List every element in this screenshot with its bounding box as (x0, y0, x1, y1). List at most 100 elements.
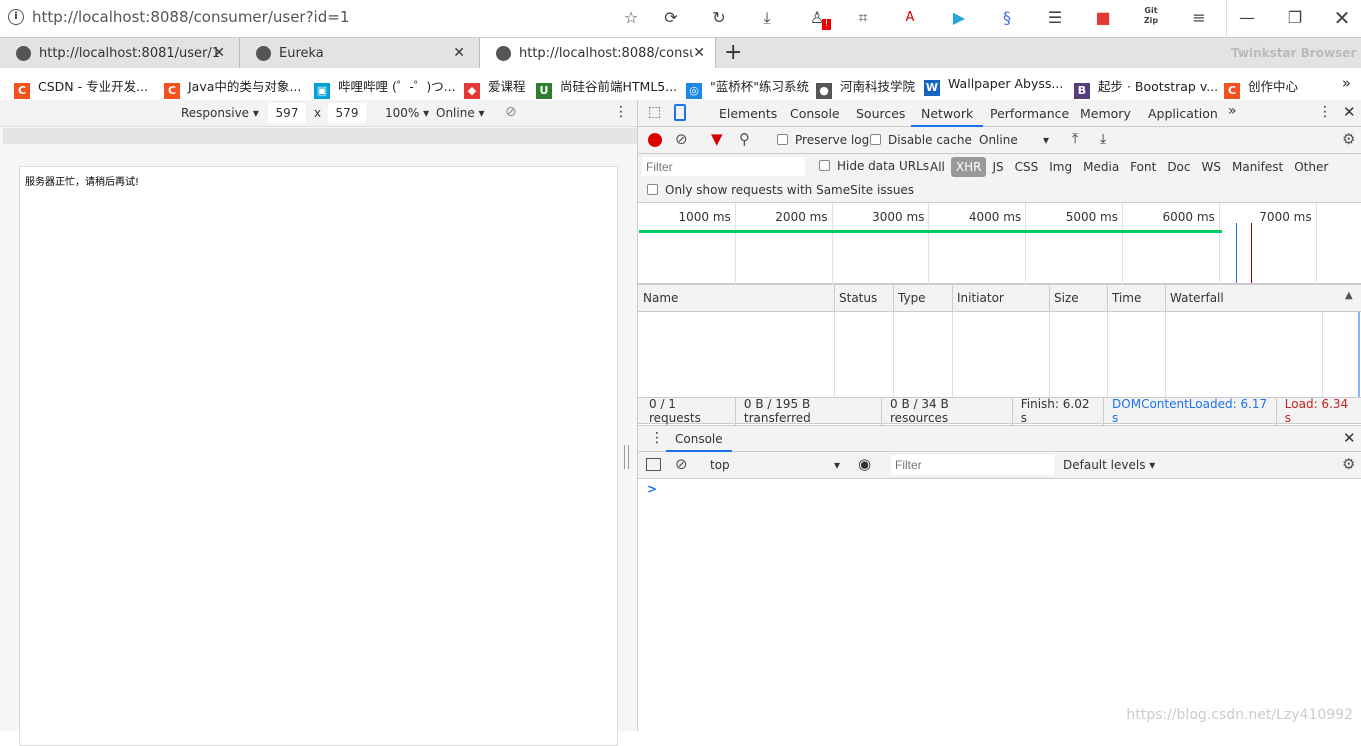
bookmark-item[interactable]: ▣ 哔哩哔哩 (゜-゜)つ... (314, 76, 456, 99)
crop-icon[interactable]: ⌗ (851, 6, 875, 30)
column-header-size[interactable]: Size (1054, 291, 1079, 305)
bookmark-item[interactable]: U 尚硅谷前端HTML5... (536, 76, 677, 99)
bookmark-item[interactable]: C 创作中心 (1224, 76, 1298, 99)
close-window-icon[interactable]: ✕ (1330, 6, 1354, 30)
close-tab-icon[interactable]: ✕ (213, 45, 225, 61)
tab-sources[interactable]: Sources (856, 106, 905, 121)
drawer-menu-icon[interactable]: ⋮ (650, 430, 664, 446)
disable-cache-checkbox[interactable]: Disable cache (870, 133, 972, 147)
filter-type-img[interactable]: Img (1044, 157, 1077, 177)
close-drawer-icon[interactable]: ✕ (1343, 429, 1356, 447)
info-icon[interactable]: i (8, 9, 24, 25)
hide-data-urls-checkbox[interactable]: Hide data URLs (819, 159, 929, 173)
extension-icon[interactable]: § (995, 6, 1019, 30)
filter-type-font[interactable]: Font (1125, 157, 1161, 177)
filter-type-other[interactable]: Other (1289, 157, 1333, 177)
close-tab-icon[interactable]: ✕ (453, 45, 465, 61)
filter-type-xhr[interactable]: XHR (950, 157, 987, 177)
column-header-type[interactable]: Type (898, 291, 926, 305)
notes-icon[interactable]: ☰ (1043, 6, 1067, 30)
preserve-log-checkbox[interactable]: Preserve log (777, 133, 869, 147)
device-toggle-icon[interactable] (674, 104, 686, 121)
samesite-checkbox[interactable]: Only show requests with SameSite issues (647, 183, 914, 197)
restore-icon[interactable]: ❐ (1283, 6, 1307, 30)
bookmark-item[interactable]: W Wallpaper Abyss... (924, 76, 1063, 96)
filter-input[interactable] (642, 157, 805, 176)
refresh-icon[interactable]: ⟳ (659, 6, 683, 30)
minimize-icon[interactable]: — (1235, 6, 1259, 30)
console-settings-icon[interactable]: ⚙ (1342, 455, 1355, 473)
column-header-initiator[interactable]: Initiator (957, 291, 1004, 305)
console-prompt[interactable]: > (647, 482, 657, 496)
video-icon[interactable]: ▶ (947, 6, 971, 30)
undo-icon[interactable]: ↻ (707, 6, 731, 30)
close-devtools-icon[interactable]: ✕ (1343, 103, 1356, 121)
clear-console-icon[interactable]: ⊘ (675, 455, 688, 473)
filter-type-css[interactable]: CSS (1010, 157, 1044, 177)
media-query-bar[interactable] (3, 128, 637, 144)
tab[interactable]: http://localhost:8081/user/1 ✕ (0, 38, 240, 68)
more-tabs-icon[interactable]: » (1228, 103, 1237, 119)
tab-memory[interactable]: Memory (1080, 106, 1131, 121)
sidebar-toggle-icon[interactable] (646, 458, 661, 471)
upload-icon[interactable]: ⤒ (1072, 131, 1078, 147)
tab-performance[interactable]: Performance (990, 106, 1069, 121)
drawer-tab-console[interactable]: Console (666, 426, 732, 452)
zoom-select[interactable]: 100% ▾ (385, 106, 429, 120)
filter-type-doc[interactable]: Doc (1162, 157, 1195, 177)
url-field[interactable]: http://localhost:8088/consumer/user?id=1 (32, 8, 349, 26)
console-filter-input[interactable] (891, 455, 1054, 475)
bookmark-item[interactable]: C Java中的类与对象... (164, 76, 301, 99)
filter-type-all[interactable]: All (925, 157, 950, 177)
tab-console[interactable]: Console (790, 106, 840, 121)
device-mode-select[interactable]: Responsive ▾ (181, 106, 259, 120)
bookmark-item[interactable]: B 起步 · Bootstrap v... (1074, 76, 1218, 99)
new-tab-button[interactable]: + (724, 40, 742, 65)
sort-ascending-icon[interactable]: ▲ (1345, 290, 1353, 301)
bookmark-item[interactable]: ◎ "蓝桥杯"练习系统 (686, 76, 809, 99)
tab-application[interactable]: Application (1148, 106, 1218, 121)
bookmark-item[interactable]: ● 河南科技学院 (816, 76, 915, 99)
context-select[interactable]: top ▾ (710, 458, 840, 472)
tab[interactable]: Eureka ✕ (240, 38, 480, 68)
dice-icon[interactable]: ■ (1091, 6, 1115, 30)
column-header-time[interactable]: Time (1112, 291, 1141, 305)
settings-icon[interactable]: ⚙ (1342, 130, 1355, 148)
tab-elements[interactable]: Elements (719, 106, 777, 121)
tab-network[interactable]: Network (911, 100, 984, 127)
column-header-waterfall[interactable]: Waterfall (1170, 291, 1224, 305)
rotate-icon[interactable]: ⊘ (505, 104, 517, 120)
search-icon[interactable]: ⚲ (739, 130, 750, 148)
height-input[interactable]: 579 (328, 103, 366, 123)
filter-icon[interactable]: ▼ (711, 130, 723, 148)
throttle-select[interactable]: Online ▾ (436, 106, 485, 120)
record-icon[interactable] (648, 133, 662, 147)
more-bookmarks-icon[interactable]: » (1342, 74, 1351, 92)
column-header-name[interactable]: Name (643, 291, 678, 305)
filter-type-js[interactable]: JS (987, 157, 1008, 177)
eye-icon[interactable]: ◉ (858, 455, 871, 473)
bookmark-item[interactable]: C CSDN - 专业开发... (14, 76, 148, 99)
user-alert-icon[interactable]: ♙! (805, 6, 831, 30)
column-header-status[interactable]: Status (839, 291, 877, 305)
resize-handle[interactable] (624, 445, 629, 469)
menu-icon[interactable]: ≡ (1187, 6, 1211, 30)
filter-type-manifest[interactable]: Manifest (1227, 157, 1288, 177)
log-levels-select[interactable]: Default levels ▾ (1063, 458, 1155, 472)
gitzip-icon[interactable]: Git Zip (1139, 6, 1163, 30)
more-icon[interactable]: ⋮ (614, 104, 628, 120)
devtools-menu-icon[interactable]: ⋮ (1318, 104, 1332, 120)
width-input[interactable]: 597 (268, 103, 306, 123)
waterfall-scrollbar[interactable] (1358, 312, 1360, 397)
bookmark-item[interactable]: ◆ 爱课程 (464, 76, 526, 99)
clear-icon[interactable]: ⊘ (675, 130, 688, 148)
translate-icon[interactable]: A (898, 6, 922, 30)
filter-type-ws[interactable]: WS (1197, 157, 1226, 177)
star-icon[interactable]: ☆ (619, 6, 643, 30)
filter-type-media[interactable]: Media (1078, 157, 1124, 177)
close-tab-icon[interactable]: ✕ (693, 45, 705, 61)
download-icon[interactable]: ⤓ (755, 6, 779, 30)
inspect-icon[interactable]: ⬚ (648, 104, 661, 120)
tab-active[interactable]: http://localhost:8088/consur ✕ (480, 38, 716, 69)
throttle-select[interactable]: Online ▾ (979, 133, 1049, 147)
